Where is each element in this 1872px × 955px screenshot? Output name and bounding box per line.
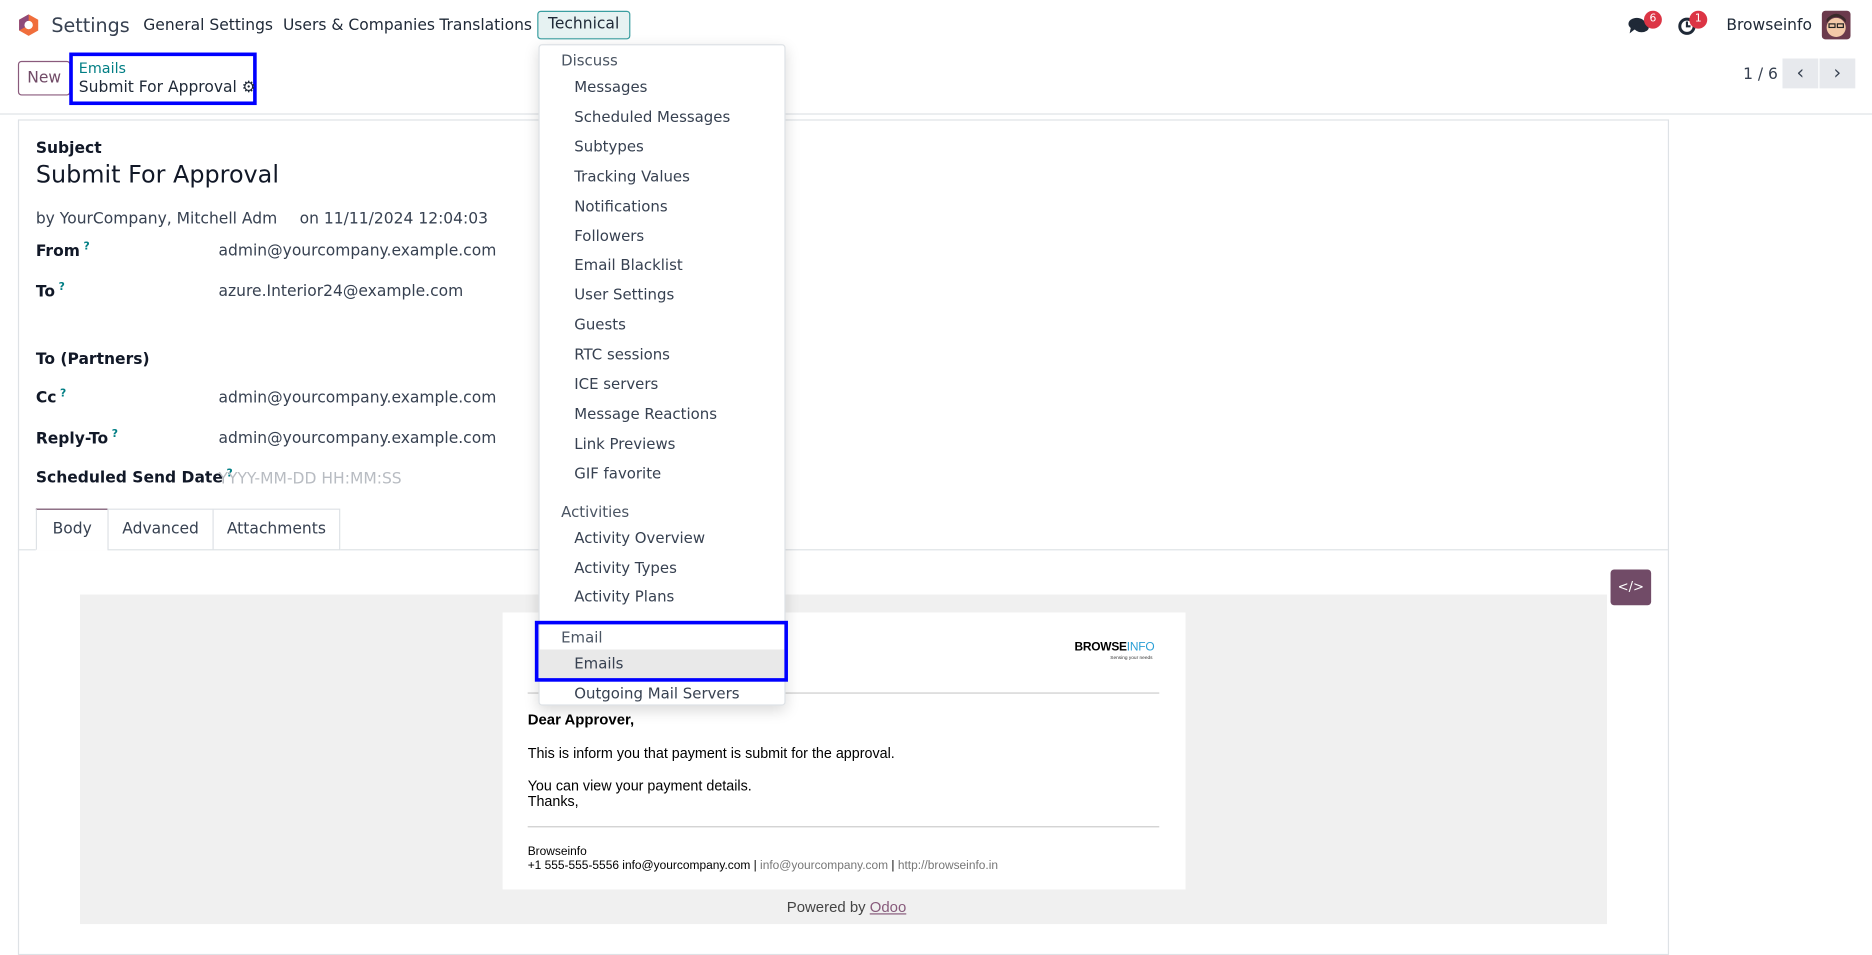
signature-company: Browseinfo bbox=[527, 845, 587, 859]
reply-to-label: Reply-To? bbox=[35, 428, 119, 449]
author[interactable]: by YourCompany, Mitchell Adm bbox=[36, 210, 277, 228]
signature-web-link[interactable]: http://browseinfo.in bbox=[898, 860, 998, 873]
date: on 11/11/2024 12:04:03 bbox=[299, 210, 489, 229]
tab-attachments[interactable]: Attachments bbox=[212, 508, 341, 551]
help-icon[interactable]: ? bbox=[59, 282, 65, 294]
chevron-right-icon: › bbox=[1833, 60, 1842, 84]
tab-body[interactable]: Body bbox=[35, 508, 109, 551]
cc-field[interactable]: admin@yourcompany.example.com bbox=[218, 389, 496, 407]
browseinfo-logo: BROWSEINFO bbox=[1074, 641, 1155, 655]
pager-value[interactable]: 1 / 6 bbox=[1743, 66, 1778, 84]
menu-item-ice-servers[interactable]: ICE servers bbox=[540, 370, 785, 399]
menu-item-tracking-values[interactable]: Tracking Values bbox=[540, 162, 785, 191]
logo-tagline: Sensing your needs bbox=[1110, 654, 1153, 661]
subject-label: Subject bbox=[35, 139, 102, 158]
menu-item-followers[interactable]: Followers bbox=[540, 221, 785, 250]
body-line: This is inform you that payment is submi… bbox=[527, 744, 895, 762]
to-field[interactable]: azure.Interior24@example.com bbox=[218, 283, 463, 301]
menu-item-message-reactions[interactable]: Message Reactions bbox=[540, 400, 785, 429]
pager-next-button[interactable]: › bbox=[1819, 58, 1856, 89]
section-discuss: Discuss bbox=[561, 51, 618, 70]
menu-item-messages[interactable]: Messages bbox=[540, 73, 785, 102]
messages-button[interactable]: 6 bbox=[1627, 10, 1662, 42]
from-field[interactable]: admin@yourcompany.example.com bbox=[218, 242, 496, 260]
menu-item-scheduled-messages[interactable]: Scheduled Messages bbox=[540, 103, 785, 132]
menu-item-notifications[interactable]: Notifications bbox=[540, 192, 785, 221]
menu-users-companies[interactable]: Users & Companies bbox=[283, 17, 435, 35]
body-line: You can view your payment details. bbox=[527, 777, 752, 794]
menu-general-settings[interactable]: General Settings bbox=[143, 17, 273, 35]
powered-by: Powered by Odoo bbox=[786, 898, 907, 916]
emails-menu-highlight bbox=[534, 620, 788, 682]
menu-item-guests[interactable]: Guests bbox=[540, 311, 785, 340]
to-partners-label: To (Partners) bbox=[35, 351, 150, 369]
menu-item-gif-favorite[interactable]: GIF favorite bbox=[540, 459, 785, 488]
new-button[interactable]: New bbox=[17, 60, 71, 96]
chevron-left-icon: ‹ bbox=[1796, 60, 1805, 84]
odoo-logo-icon[interactable] bbox=[17, 13, 41, 37]
activities-button[interactable]: 1 bbox=[1677, 10, 1708, 42]
pager-prev-button[interactable]: ‹ bbox=[1782, 58, 1819, 89]
menu-technical[interactable]: Technical bbox=[537, 10, 631, 40]
code-icon: </> bbox=[1617, 579, 1645, 595]
menu-item-activity-plans[interactable]: Activity Plans bbox=[540, 583, 785, 612]
from-label: From? bbox=[35, 241, 90, 261]
breadcrumb-current-label: Submit For Approval bbox=[78, 78, 237, 97]
help-icon[interactable]: ? bbox=[83, 241, 89, 253]
breadcrumb-emails[interactable]: Emails bbox=[79, 60, 126, 77]
signature-email-link[interactable]: info@yourcompany.com bbox=[760, 860, 888, 873]
greeting: Dear Approver, bbox=[527, 711, 635, 729]
subject-value[interactable]: Submit For Approval bbox=[36, 160, 279, 189]
menu-item-outgoing-mail-servers[interactable]: Outgoing Mail Servers bbox=[540, 679, 785, 708]
tab-advanced[interactable]: Advanced bbox=[107, 508, 214, 551]
technical-dropdown: Discuss Messages Scheduled Messages Subtyp… bbox=[538, 44, 786, 708]
help-icon[interactable]: ? bbox=[112, 429, 118, 441]
signature-contact: +1 555-555-5556 info@yourcompany.com | i… bbox=[527, 859, 999, 873]
menu-item-subtypes[interactable]: Subtypes bbox=[540, 132, 785, 161]
breadcrumb-current: Submit For Approval ⚙ bbox=[79, 79, 256, 97]
user-name[interactable]: Browseinfo bbox=[1726, 17, 1812, 35]
body-line: Thanks, bbox=[527, 792, 579, 810]
reply-to-field[interactable]: admin@yourcompany.example.com bbox=[218, 430, 496, 448]
section-activities: Activities bbox=[561, 502, 630, 521]
messages-badge: 6 bbox=[1643, 10, 1662, 29]
scheduled-date-input[interactable]: YYYY-MM-DD HH:MM:SS bbox=[218, 470, 401, 488]
user-avatar[interactable] bbox=[1821, 10, 1851, 40]
to-label: To? bbox=[35, 281, 65, 302]
scheduled-date-label: Scheduled Send Date? bbox=[35, 468, 233, 488]
divider bbox=[0, 113, 1872, 115]
activities-badge: 1 bbox=[1689, 10, 1708, 29]
divider bbox=[527, 826, 1160, 828]
menu-item-activity-overview[interactable]: Activity Overview bbox=[540, 524, 785, 553]
menu-item-email-blacklist[interactable]: Email Blacklist bbox=[540, 251, 785, 280]
gear-icon[interactable]: ⚙ bbox=[242, 79, 256, 97]
menu-item-user-settings[interactable]: User Settings bbox=[540, 281, 785, 310]
menu-item-link-previews[interactable]: Link Previews bbox=[540, 430, 785, 459]
help-icon[interactable]: ? bbox=[60, 388, 66, 400]
odoo-link[interactable]: Odoo bbox=[870, 899, 907, 916]
menu-item-rtc-sessions[interactable]: RTC sessions bbox=[540, 340, 785, 369]
menu-translations[interactable]: Translations bbox=[439, 17, 532, 35]
cc-label: Cc? bbox=[35, 388, 67, 408]
code-view-button[interactable]: </> bbox=[1610, 569, 1652, 606]
menu-item-activity-types[interactable]: Activity Types bbox=[540, 554, 785, 583]
app-name[interactable]: Settings bbox=[51, 14, 129, 37]
